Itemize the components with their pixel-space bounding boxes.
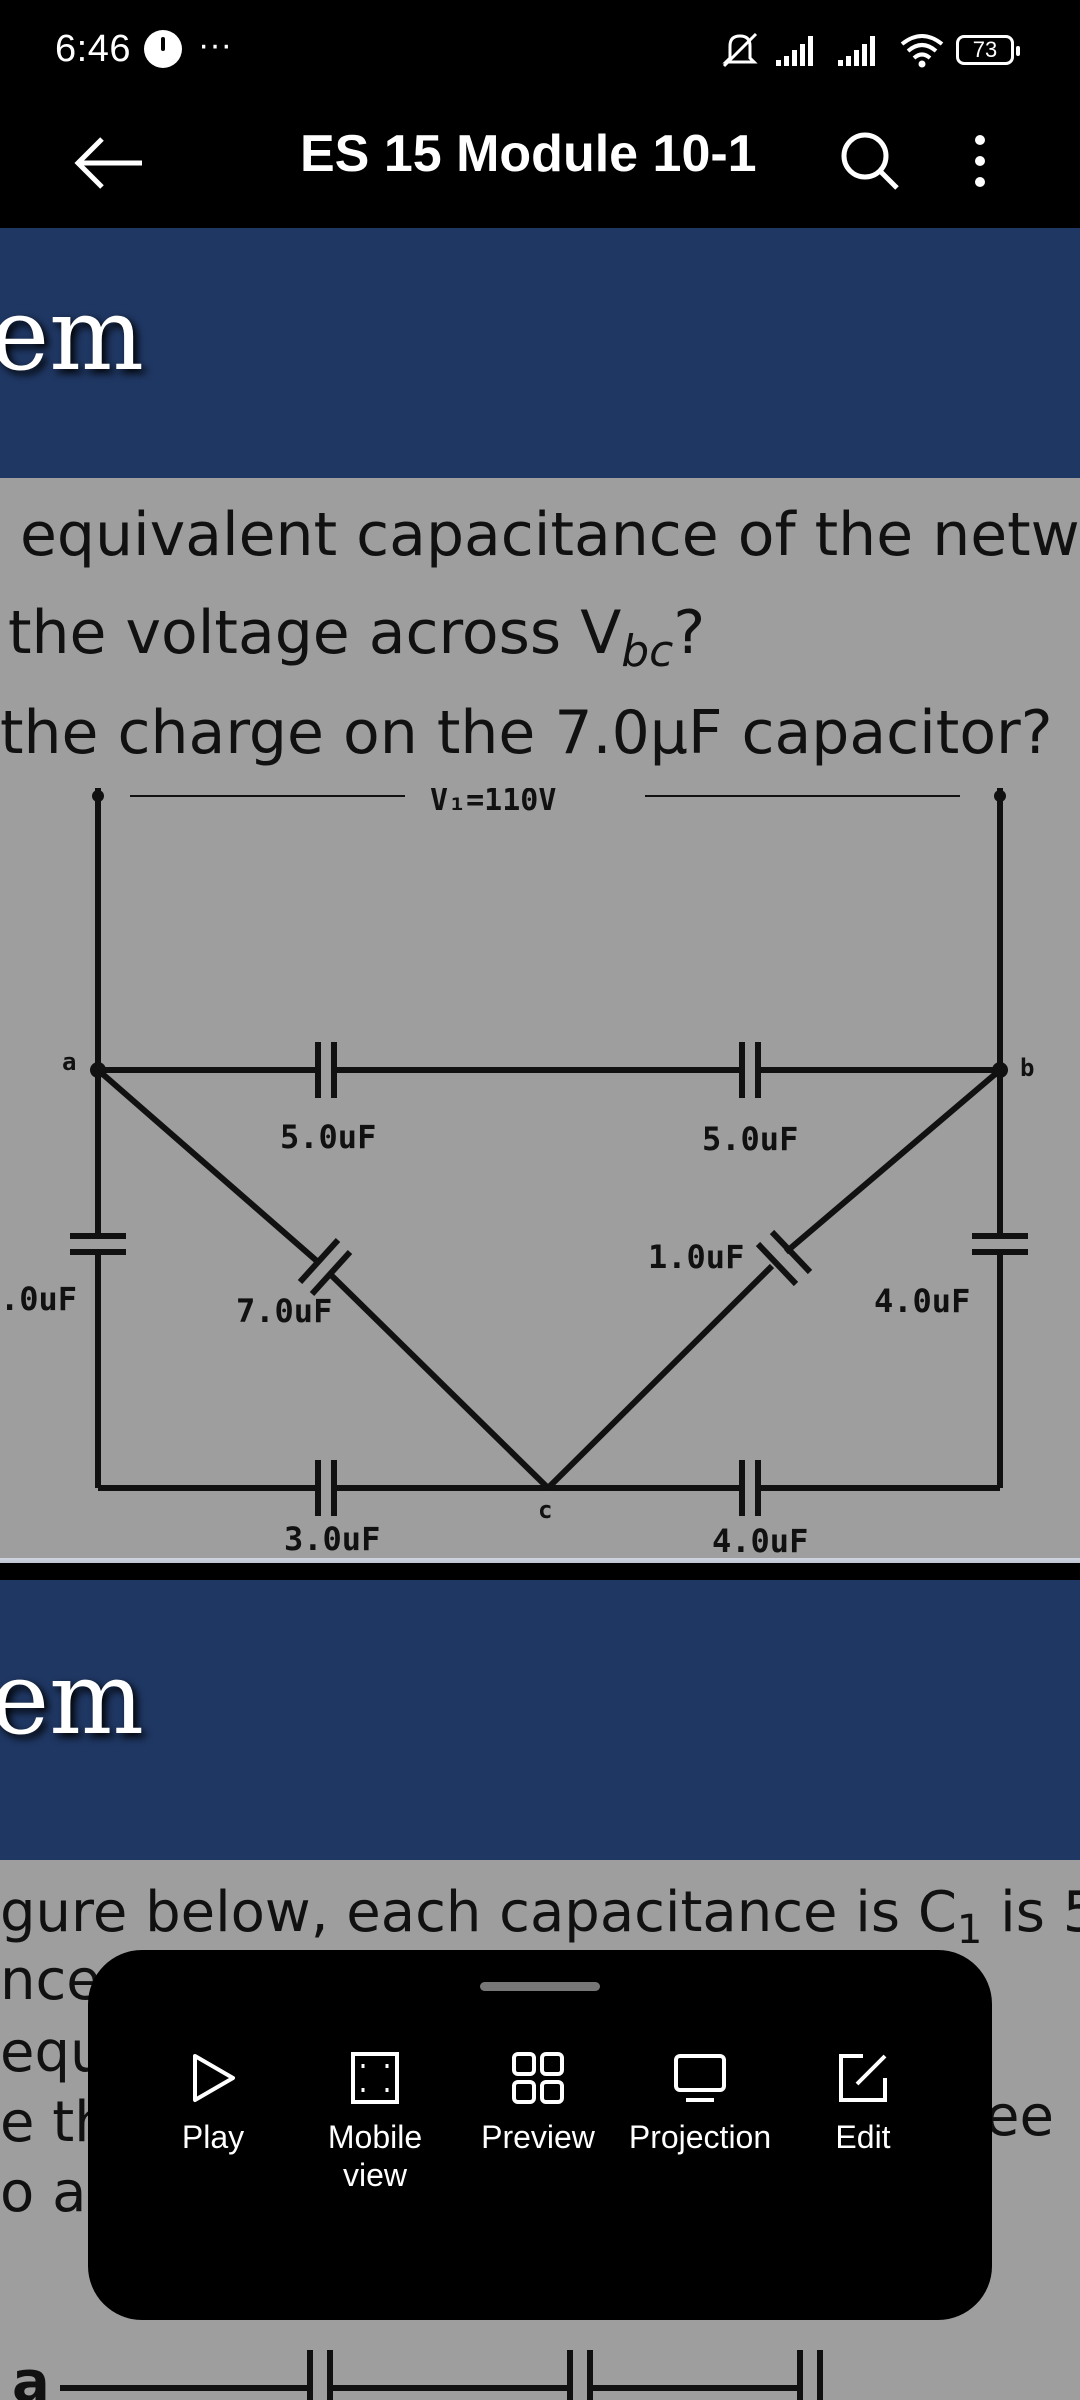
node-b-label: b xyxy=(1020,1054,1034,1082)
slide-1-line-2: the voltage across Vbc? xyxy=(8,598,1080,677)
page-title: ES 15 Module 10-1 xyxy=(300,125,757,183)
mobile-view-label: Mobile view xyxy=(327,2119,423,2193)
slide-2-header-text: em xyxy=(0,1640,145,1757)
edit-button[interactable]: Edit xyxy=(788,2050,938,2156)
cap-label-top-left: 5.0uF xyxy=(280,1118,376,1156)
preview-label: Preview xyxy=(481,2119,595,2155)
alarm-clock-icon xyxy=(144,30,182,68)
search-icon[interactable] xyxy=(835,126,905,196)
projection-icon xyxy=(674,2054,726,2102)
app-bar: ES 15 Module 10-1 xyxy=(0,100,1080,228)
cap-label-diag-right: 1.0uF xyxy=(648,1238,744,1276)
slide-1-line-1: equivalent capacitance of the networ xyxy=(20,500,1080,570)
slide-2-line-1: gure below, each capacitance is C1 is 5 … xyxy=(0,1880,1080,1953)
mobile-view-icon xyxy=(351,2052,399,2104)
play-button[interactable]: Play xyxy=(138,2050,288,2156)
cap-label-left: .0uF xyxy=(0,1280,77,1318)
cap-label-bottom-left: 3.0uF xyxy=(284,1520,380,1558)
slide-1-header-text: em xyxy=(0,276,145,393)
play-label: Play xyxy=(181,2119,245,2155)
slide-1-line-2-end: ? xyxy=(673,598,706,668)
presentation-toolbar: Play Mobile view Preview Projection Edit xyxy=(88,1950,992,2320)
more-options-icon[interactable] xyxy=(952,126,1008,196)
slide-2-header: em xyxy=(0,1580,1080,1860)
edit-label: Edit xyxy=(835,2119,891,2155)
cap-label-right: 4.0uF xyxy=(874,1282,970,1320)
cap-label-diag-left: 7.0uF xyxy=(236,1292,332,1330)
signal-icon-1 xyxy=(776,36,813,66)
slide-2-line-1-sub: 1 xyxy=(956,1907,983,1954)
projection-label: Projection xyxy=(628,2119,772,2155)
signal-icon-2 xyxy=(838,36,875,66)
battery-indicator: 73 xyxy=(956,35,1020,65)
status-icons: 73 xyxy=(716,26,1020,74)
drag-handle[interactable] xyxy=(480,1982,600,1991)
slide-2-right-fragment: ee xyxy=(985,2084,1054,2149)
mobile-view-button[interactable]: Mobile view xyxy=(300,2050,450,2194)
slide-1[interactable]: em equivalent capacitance of the networ … xyxy=(0,228,1080,1563)
mute-icon xyxy=(722,32,758,68)
play-icon xyxy=(193,2054,235,2102)
status-time: 6:46 xyxy=(55,28,131,70)
circuit-diagram: V₁=110V a b c 5.0uF 5.0uF .0uF 7.0uF 1.0… xyxy=(0,788,1034,1558)
node-a-label: a xyxy=(62,1048,76,1076)
slide-divider xyxy=(0,1558,1080,1563)
wifi-icon xyxy=(900,34,944,68)
slide-2-line-1-end: is 5 μ xyxy=(1000,1880,1080,1945)
slide-1-line-2-text: the voltage across V xyxy=(8,598,622,668)
preview-button[interactable]: Preview xyxy=(463,2050,613,2156)
cap-label-bottom-right: 4.0uF xyxy=(712,1522,808,1558)
edit-icon xyxy=(839,2054,887,2102)
node-c-label: c xyxy=(538,1496,552,1524)
slide-1-line-2-sub: bc xyxy=(621,626,674,677)
slide-2-circuit-fragment xyxy=(60,2350,823,2400)
projection-button[interactable]: Projection xyxy=(625,2050,775,2156)
slide-1-header: em xyxy=(0,228,1080,478)
slide-1-line-3: the charge on the 7.0μF capacitor? xyxy=(0,698,1053,768)
cap-label-top-right: 5.0uF xyxy=(702,1120,798,1158)
voltage-label: V₁=110V xyxy=(430,788,556,818)
more-notifications-icon: ··· xyxy=(198,26,232,64)
preview-grid-icon xyxy=(512,2052,564,2104)
slide-2-line-1-text: gure below, each capacitance is C xyxy=(0,1880,957,1945)
status-bar: 6:46 ··· 73 xyxy=(0,0,1080,100)
back-arrow-icon[interactable] xyxy=(70,128,150,198)
